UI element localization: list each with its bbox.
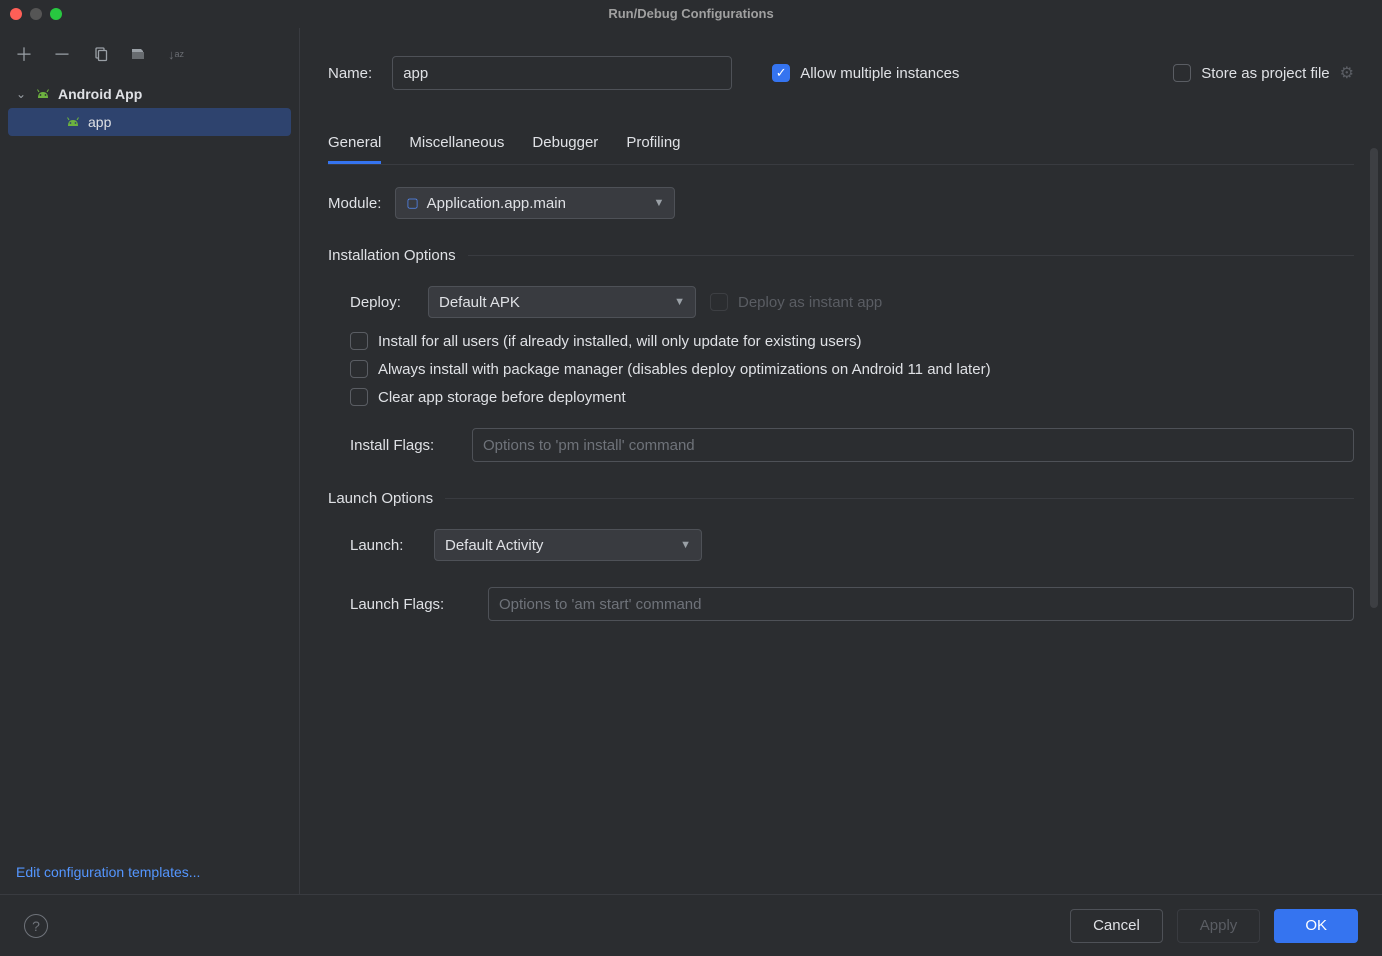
save-config-icon[interactable] <box>128 44 148 64</box>
section-installation: Installation Options <box>328 247 1354 264</box>
checkbox-icon <box>350 332 368 350</box>
always-pkg-mgr-checkbox[interactable]: Always install with package manager (dis… <box>350 360 1354 378</box>
allow-multiple-checkbox[interactable]: ✓ Allow multiple instances <box>772 64 959 82</box>
chevron-down-icon: ▼ <box>680 539 691 551</box>
store-project-label: Store as project file <box>1201 65 1329 82</box>
install-all-users-checkbox[interactable]: Install for all users (if already instal… <box>350 332 1354 350</box>
tree-item-label: app <box>88 114 111 130</box>
close-window-button[interactable] <box>10 8 22 20</box>
add-config-icon[interactable]: ＋ <box>14 44 34 64</box>
tab-profiling[interactable]: Profiling <box>626 134 680 164</box>
launch-value: Default Activity <box>445 537 543 554</box>
chevron-down-icon: ▼ <box>653 197 664 209</box>
remove-config-icon[interactable]: － <box>52 44 72 64</box>
tab-general[interactable]: General <box>328 134 381 164</box>
tree-item-app[interactable]: app <box>8 108 291 136</box>
module-value: Application.app.main <box>427 195 566 212</box>
deploy-instant-checkbox: Deploy as instant app <box>710 293 882 311</box>
apply-button: Apply <box>1177 909 1261 943</box>
scrollbar[interactable] <box>1370 148 1378 608</box>
launch-flags-input[interactable] <box>488 587 1354 621</box>
deploy-label: Deploy: <box>350 294 414 311</box>
window-controls <box>10 8 62 20</box>
clear-storage-checkbox[interactable]: Clear app storage before deployment <box>350 388 1354 406</box>
gear-icon[interactable]: ⚙ <box>1340 63 1354 83</box>
android-icon <box>64 116 82 128</box>
checkbox-icon: ✓ <box>772 64 790 82</box>
edit-templates-link[interactable]: Edit configuration templates... <box>16 864 200 880</box>
config-tree: ⌄ Android App app <box>0 74 299 854</box>
android-icon <box>34 88 52 100</box>
tab-debugger[interactable]: Debugger <box>532 134 598 164</box>
sidebar-toolbar: ＋ － ↓az <box>0 34 299 74</box>
launch-flags-label: Launch Flags: <box>350 596 474 613</box>
content-panel: Name: ✓ Allow multiple instances Store a… <box>300 28 1382 894</box>
store-project-checkbox[interactable]: Store as project file ⚙ <box>1173 63 1354 83</box>
window-title: Run/Debug Configurations <box>608 6 773 21</box>
allow-multiple-label: Allow multiple instances <box>800 65 959 82</box>
chevron-down-icon: ▼ <box>674 296 685 308</box>
sort-icon[interactable]: ↓az <box>166 44 186 64</box>
launch-select[interactable]: Default Activity ▼ <box>434 529 702 561</box>
name-input[interactable] <box>392 56 732 90</box>
name-label: Name: <box>328 65 372 82</box>
titlebar: Run/Debug Configurations <box>0 0 1382 28</box>
tabs: General Miscellaneous Debugger Profiling <box>328 134 1354 165</box>
tab-miscellaneous[interactable]: Miscellaneous <box>409 134 504 164</box>
install-flags-label: Install Flags: <box>350 437 458 454</box>
tree-parent-label: Android App <box>58 86 142 102</box>
ok-button[interactable]: OK <box>1274 909 1358 943</box>
copy-config-icon[interactable] <box>90 44 110 64</box>
deploy-instant-label: Deploy as instant app <box>738 294 882 311</box>
help-icon[interactable]: ? <box>24 914 48 938</box>
launch-label: Launch: <box>350 537 420 554</box>
module-icon: ▢ <box>406 195 418 211</box>
sidebar: ＋ － ↓az ⌄ Android App app <box>0 28 300 894</box>
cancel-button[interactable]: Cancel <box>1070 909 1163 943</box>
deploy-value: Default APK <box>439 294 520 311</box>
checkbox-icon <box>350 360 368 378</box>
bottom-bar: ? Cancel Apply OK <box>0 894 1382 956</box>
checkbox-icon <box>1173 64 1191 82</box>
checkbox-icon <box>710 293 728 311</box>
tree-parent-android-app[interactable]: ⌄ Android App <box>8 80 291 108</box>
section-launch: Launch Options <box>328 490 1354 507</box>
minimize-window-button <box>30 8 42 20</box>
expand-icon[interactable]: ⌄ <box>14 87 28 101</box>
install-flags-input[interactable] <box>472 428 1354 462</box>
module-label: Module: <box>328 195 381 212</box>
checkbox-icon <box>350 388 368 406</box>
deploy-select[interactable]: Default APK ▼ <box>428 286 696 318</box>
module-select[interactable]: ▢ Application.app.main ▼ <box>395 187 675 219</box>
maximize-window-button[interactable] <box>50 8 62 20</box>
